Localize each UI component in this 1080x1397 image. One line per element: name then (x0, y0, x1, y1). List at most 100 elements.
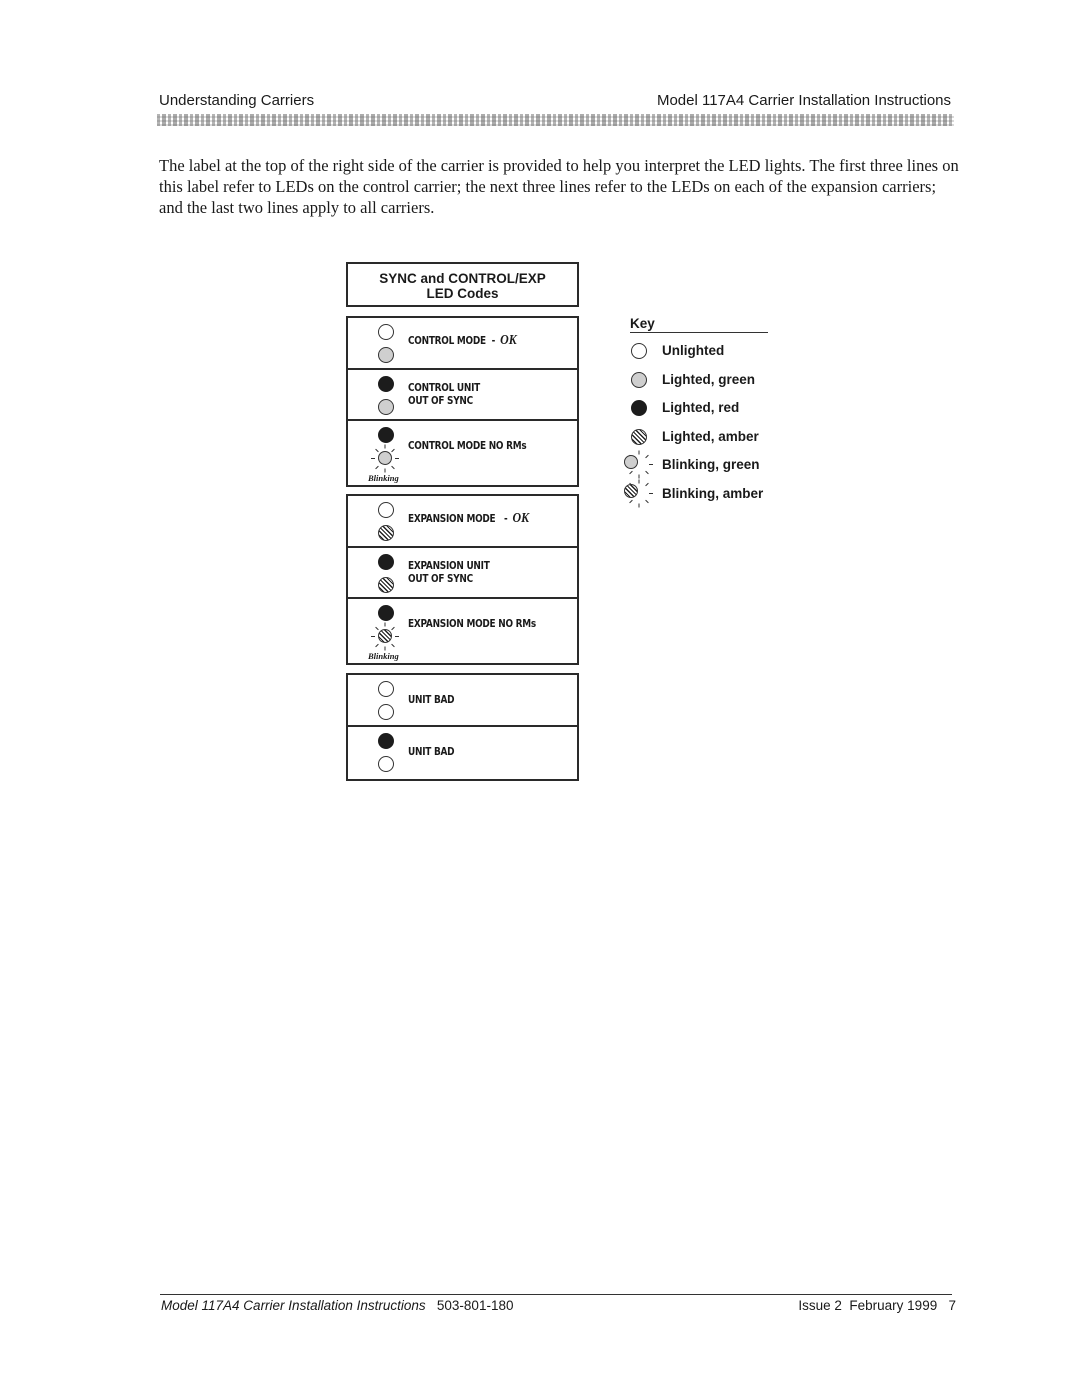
body-paragraph: The label at the top of the right side o… (159, 156, 959, 217)
blink-ray-icon (391, 626, 396, 631)
footer-doc-title: Model 117A4 Carrier Installation Instruc… (161, 1298, 426, 1313)
led-code-description: UNIT BAD (408, 746, 455, 759)
blink-ray-icon (638, 450, 640, 455)
led-code-line1: EXPANSION MODE NO RMs (408, 618, 536, 631)
label-title-line2: LED Codes (426, 286, 499, 301)
blink-ray-icon (628, 499, 633, 504)
led-blinking-amber-icon (624, 483, 638, 498)
led-code-row: UNIT BAD (348, 675, 577, 727)
led-code-description: EXPANSION MODE - OK (408, 512, 529, 526)
blinking-led-amber-icon (369, 622, 403, 651)
key-item-label: Blinking, amber (662, 485, 764, 501)
blink-ray-icon (374, 626, 379, 631)
ok-status: OK (500, 333, 517, 348)
key-item-label: Lighted, red (662, 400, 740, 415)
led-blinking-green-icon (378, 451, 392, 466)
led-code-description: EXPANSION UNIT OUT OF SYNC (408, 560, 490, 586)
footer-doc-number: 503-801-180 (436, 1298, 514, 1313)
blink-ray-icon (374, 448, 379, 453)
key-item-label: Blinking, green (662, 457, 760, 472)
blink-ray-icon (384, 622, 386, 627)
key-item-label: Lighted, amber (662, 428, 759, 444)
key-item: Lighted, green (630, 368, 768, 397)
blink-ray-icon (384, 444, 386, 449)
blinking-led-green-icon (623, 450, 657, 479)
blink-ray-icon (391, 643, 396, 648)
blink-ray-icon (645, 471, 650, 475)
blink-ray-icon (391, 448, 396, 453)
footer-rule (160, 1294, 952, 1295)
led-code-line2: OUT OF SYNC (408, 572, 473, 585)
led-unlighted-icon (631, 343, 647, 359)
blink-ray-icon (638, 503, 640, 507)
key-item: Unlighted (630, 339, 768, 368)
led-lighted-green-icon (378, 398, 394, 415)
led-lighted-green-icon (631, 371, 647, 388)
led-code-description: UNIT BAD (408, 694, 455, 707)
footer-left: Model 117A4 Carrier Installation Instruc… (161, 1298, 513, 1313)
blink-ray-icon (649, 464, 653, 465)
led-code-line1: CONTROL MODE NO RMs (408, 440, 527, 453)
led-blinking-green-icon (624, 455, 638, 469)
led-unlighted-icon (378, 756, 394, 772)
blink-ray-icon (628, 471, 633, 475)
header-section-title: Understanding Carriers (159, 92, 315, 109)
blink-ray-icon (395, 636, 399, 638)
blinking-led-green-icon (369, 444, 403, 473)
footer-right: Issue 2 February 1999 7 (798, 1298, 956, 1313)
blink-ray-icon (638, 474, 640, 479)
key-item: Lighted, red (630, 396, 768, 425)
led-code-description: CONTROL UNIT OUT OF SYNC (408, 382, 480, 408)
control-carrier-group: CONTROL MODE - OK CONTROL UNIT OUT OF SYNC B… (346, 316, 579, 487)
led-lighted-red-icon (378, 375, 394, 392)
footer-issue: Issue 2 February 1999 (798, 1298, 938, 1313)
led-code-line1: CONTROL UNIT (408, 381, 481, 394)
led-unlighted-icon (378, 324, 394, 340)
led-lighted-red-icon (631, 400, 647, 416)
led-code-line1: CONTROL MODE - (408, 335, 496, 347)
blink-ray-icon (645, 454, 650, 458)
blink-ray-icon (638, 479, 640, 483)
led-code-line1: EXPANSION UNIT (408, 559, 490, 572)
led-lighted-red-icon (378, 605, 394, 622)
led-code-row: UNIT BAD (348, 727, 577, 779)
led-code-description: CONTROL MODE - OK (408, 334, 517, 348)
footer-page-number: 7 (948, 1298, 956, 1313)
blink-ray-icon (374, 465, 379, 470)
led-code-row: Blinking CONTROL MODE NO RMs (348, 421, 577, 485)
led-blinking-amber-icon (378, 629, 392, 644)
blink-ray-icon (391, 465, 396, 470)
led-code-description: CONTROL MODE NO RMs (408, 440, 527, 453)
blink-ray-icon (395, 458, 399, 460)
blinking-caption: Blinking (368, 650, 399, 661)
led-lighted-red-icon (378, 733, 394, 749)
led-code-row: CONTROL MODE - OK (348, 318, 577, 370)
all-carriers-group: UNIT BAD UNIT BAD (346, 673, 579, 781)
key-item-label: Lighted, green (662, 371, 756, 387)
blink-ray-icon (645, 482, 650, 487)
led-code-row: EXPANSION MODE - OK (348, 496, 577, 548)
led-code-row: EXPANSION UNIT OUT OF SYNC (348, 548, 577, 600)
ok-status: OK (512, 511, 530, 526)
blink-ray-icon (371, 458, 375, 460)
blinking-led-amber-icon (623, 479, 657, 508)
led-code-line1: UNIT BAD (408, 746, 455, 758)
led-lighted-green-icon (378, 347, 394, 363)
blink-ray-icon (374, 643, 379, 648)
expansion-carrier-group: EXPANSION MODE - OK EXPANSION UNIT OUT OF S… (346, 494, 579, 665)
blink-ray-icon (649, 492, 653, 494)
key-item-label: Unlighted (662, 343, 725, 358)
header-decorative-bar (157, 114, 954, 126)
led-code-line2: OUT OF SYNC (408, 394, 473, 407)
blink-ray-icon (371, 636, 375, 638)
led-code-description: EXPANSION MODE NO RMs (408, 618, 536, 631)
led-lighted-amber-icon (631, 428, 647, 445)
key-item: Lighted, amber (630, 425, 768, 454)
led-code-row: Blinking EXPANSION MODE NO RMs (348, 599, 577, 663)
key-item: Blinking, amber (624, 479, 768, 511)
led-lighted-red-icon (378, 427, 394, 444)
led-code-line1: UNIT BAD (408, 694, 455, 706)
blink-ray-icon (645, 499, 650, 504)
key-item: Blinking, green (624, 450, 768, 482)
label-title-line1: SYNC and CONTROL/EXP (379, 271, 546, 286)
